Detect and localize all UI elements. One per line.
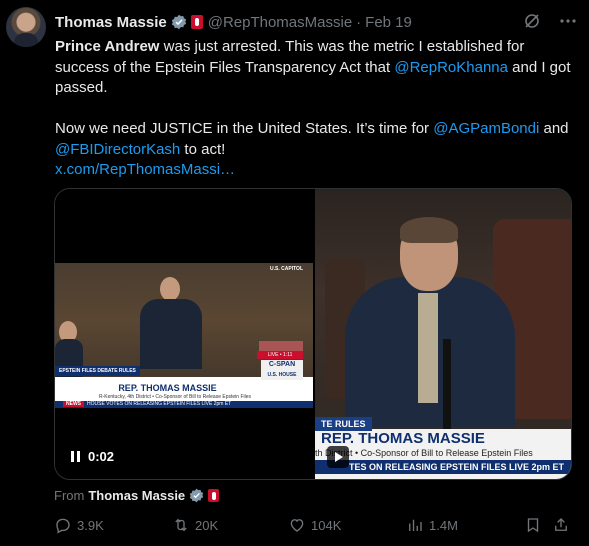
- media-grid: U.S. CAPITOL LIVE • 1:11 EPSTEIN FILES D…: [54, 188, 572, 480]
- video-live-label: LIVE • 1:11: [257, 351, 303, 359]
- video-news-strip: NEWS HOUSE VOTES ON RELEASING EPSTEIN FIL…: [55, 401, 313, 408]
- from-attribution: From Thomas Massie: [54, 488, 220, 503]
- action-bar: 3.9K 20K 104K 1.4M: [54, 516, 574, 538]
- mention-link[interactable]: @RepRoKhanna: [394, 59, 508, 76]
- government-badge-icon[interactable]: [190, 15, 203, 29]
- like-button[interactable]: 104K: [288, 516, 341, 534]
- video-thumbnail[interactable]: TE RULES REP. THOMAS MASSIE th District …: [315, 189, 571, 479]
- tweet-header: Thomas Massie @RepThomasMassie · Feb 19: [55, 12, 579, 32]
- reply-button[interactable]: 3.9K: [54, 516, 104, 534]
- views-button[interactable]: 1.4M: [406, 516, 458, 534]
- repost-icon: [175, 518, 187, 532]
- from-name[interactable]: Thomas Massie: [88, 488, 185, 503]
- verified-icon[interactable]: [171, 14, 187, 30]
- author-handle[interactable]: @RepThomasMassie: [208, 14, 352, 31]
- text-bold-name: Prince Andrew: [55, 38, 160, 55]
- tweet-text: Prince Andrew was just arrested. This wa…: [55, 37, 575, 181]
- thumb-banner-name: REP. THOMAS MASSIE: [321, 430, 485, 447]
- video-frame: U.S. CAPITOL LIVE • 1:11 EPSTEIN FILES D…: [55, 263, 313, 408]
- bookmark-icon: [527, 518, 539, 533]
- video-tag: EPSTEIN FILES DEBATE RULES: [55, 366, 140, 376]
- government-badge-icon: [208, 489, 220, 502]
- grok-icon[interactable]: [523, 12, 541, 30]
- network-sub: U.S. HOUSE: [267, 372, 297, 378]
- video-lower-third: REP. THOMAS MASSIE R-Kentucky, 4th Distr…: [55, 377, 313, 408]
- video-time: 0:02: [88, 449, 115, 464]
- more-icon[interactable]: [559, 12, 577, 30]
- text-segment: Now we need JUSTICE in the United States…: [55, 120, 434, 137]
- like-icon: [290, 519, 304, 532]
- like-count: 104K: [311, 517, 342, 533]
- text-segment: to act!: [180, 140, 226, 158]
- video-player[interactable]: U.S. CAPITOL LIVE • 1:11 EPSTEIN FILES D…: [55, 189, 313, 479]
- video-news-label: NEWS: [63, 401, 84, 407]
- network-name: C-SPAN: [268, 361, 296, 368]
- reply-icon: [56, 518, 70, 534]
- repost-count: 20K: [195, 517, 219, 533]
- verified-icon: [189, 488, 204, 503]
- top-actions: [523, 12, 577, 30]
- text-segment: and: [539, 120, 569, 137]
- video-network-logo: C-SPAN U.S. HOUSE: [261, 360, 303, 380]
- reply-count: 3.9K: [77, 517, 104, 533]
- thumb-tag: TE RULES: [315, 417, 372, 431]
- views-count: 1.4M: [429, 517, 458, 533]
- repost-button[interactable]: 20K: [172, 516, 218, 534]
- external-link[interactable]: x.com/RepThomasMassi…: [55, 160, 575, 181]
- tweet-date[interactable]: Feb 19: [365, 14, 412, 31]
- play-icon[interactable]: [327, 446, 349, 468]
- thumb-news-strip: TES ON RELEASING EPSTEIN FILES LIVE 2pm …: [315, 460, 571, 474]
- mention-link[interactable]: @FBIDirectorKash: [55, 141, 180, 158]
- from-label: From: [54, 488, 85, 503]
- avatar[interactable]: [6, 7, 46, 47]
- author-name[interactable]: Thomas Massie: [55, 14, 167, 31]
- separator-dot: ·: [356, 13, 362, 31]
- video-controls: 0:02: [71, 449, 114, 464]
- share-button[interactable]: [552, 516, 570, 534]
- bookmark-button[interactable]: [524, 516, 542, 534]
- share-icon: [555, 518, 567, 531]
- pause-icon[interactable]: [71, 451, 80, 462]
- video-strip-text: HOUSE VOTES ON RELEASING EPSTEIN FILES L…: [87, 401, 232, 407]
- video-banner-sub: R-Kentucky, 4th District • Co-Sponsor of…: [99, 394, 251, 400]
- mention-link[interactable]: @AGPamBondi: [433, 120, 539, 137]
- views-icon: [409, 519, 422, 531]
- video-capitol-label: U.S. CAPITOL: [270, 266, 303, 272]
